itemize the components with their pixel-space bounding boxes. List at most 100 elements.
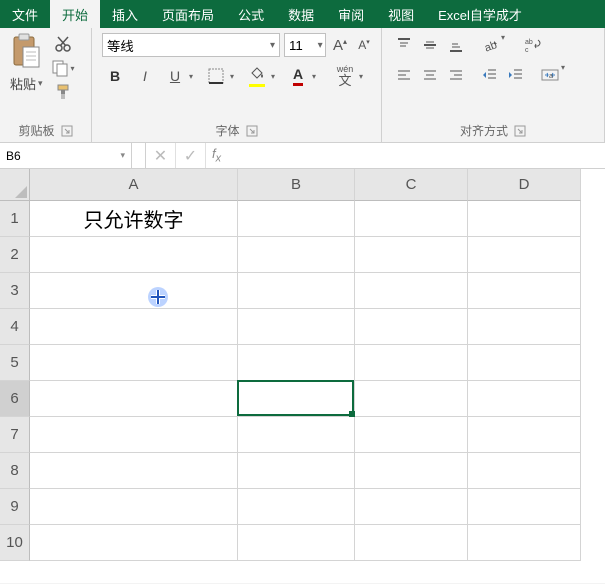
tab-custom[interactable]: Excel自学成才 <box>426 0 534 28</box>
cell-B7[interactable] <box>238 417 355 453</box>
italic-button[interactable]: I <box>132 63 158 89</box>
align-top-button[interactable] <box>392 33 416 57</box>
wrap-text-button[interactable]: abc <box>521 33 545 57</box>
cell-B6[interactable] <box>238 381 355 417</box>
row-header-6[interactable]: 6 <box>0 381 30 417</box>
cell-A7[interactable] <box>30 417 238 453</box>
row-header-7[interactable]: 7 <box>0 417 30 453</box>
cell-D8[interactable] <box>468 453 581 489</box>
tab-review[interactable]: 审阅 <box>326 0 376 28</box>
caret-down-icon[interactable]: ▾ <box>189 72 199 81</box>
cell-B4[interactable] <box>238 309 355 345</box>
font-name-combo[interactable]: ▾ <box>102 33 280 57</box>
cell-D7[interactable] <box>468 417 581 453</box>
formula-input[interactable] <box>227 143 605 168</box>
column-header-B[interactable]: B <box>238 169 355 201</box>
underline-button[interactable]: U <box>162 63 188 89</box>
decrease-indent-button[interactable] <box>478 63 502 87</box>
font-name-input[interactable] <box>103 34 266 56</box>
merge-center-button[interactable]: a <box>538 63 562 87</box>
align-center-button[interactable] <box>418 63 442 87</box>
fill-color-button[interactable] <box>244 63 270 89</box>
align-launcher[interactable] <box>514 125 526 137</box>
tab-insert[interactable]: 插入 <box>100 0 150 28</box>
cell-A9[interactable] <box>30 489 238 525</box>
row-header-3[interactable]: 3 <box>0 273 30 309</box>
cell-C5[interactable] <box>355 345 468 381</box>
tab-file[interactable]: 文件 <box>0 0 50 28</box>
cell-B2[interactable] <box>238 237 355 273</box>
orientation-button[interactable]: ab <box>478 33 502 57</box>
caret-down-icon[interactable]: ▾ <box>359 72 369 81</box>
cell-A2[interactable] <box>30 237 238 273</box>
caret-down-icon[interactable]: ▾ <box>312 72 322 81</box>
cell-B10[interactable] <box>238 525 355 561</box>
column-header-A[interactable]: A <box>30 169 238 201</box>
cell-C8[interactable] <box>355 453 468 489</box>
row-header-2[interactable]: 2 <box>0 237 30 273</box>
caret-down-icon[interactable]: ▾ <box>561 63 571 87</box>
row-header-8[interactable]: 8 <box>0 453 30 489</box>
row-header-1[interactable]: 1 <box>0 201 30 237</box>
cell-D4[interactable] <box>468 309 581 345</box>
cell-D9[interactable] <box>468 489 581 525</box>
row-header-10[interactable]: 10 <box>0 525 30 561</box>
select-all-corner[interactable] <box>0 169 30 201</box>
font-launcher[interactable] <box>246 125 258 137</box>
cell-A1[interactable]: 只允许数字 <box>30 201 238 237</box>
borders-button[interactable] <box>203 63 229 89</box>
copy-button[interactable]: ▾ <box>51 59 75 77</box>
cell-D6[interactable] <box>468 381 581 417</box>
align-middle-button[interactable] <box>418 33 442 57</box>
cell-C1[interactable] <box>355 201 468 237</box>
cell-B5[interactable] <box>238 345 355 381</box>
cell-C9[interactable] <box>355 489 468 525</box>
font-size-combo[interactable]: ▾ <box>284 33 326 57</box>
tab-view[interactable]: 视图 <box>376 0 426 28</box>
worksheet-grid[interactable]: ABCD 12345678910 只允许数字 <box>0 169 605 583</box>
paste-button[interactable]: 粘贴▾ <box>6 31 47 95</box>
format-painter-button[interactable] <box>51 83 75 101</box>
clipboard-launcher[interactable] <box>61 125 73 137</box>
cell-B8[interactable] <box>238 453 355 489</box>
cell-B9[interactable] <box>238 489 355 525</box>
cancel-formula-button[interactable]: ✕ <box>146 143 176 168</box>
cell-D3[interactable] <box>468 273 581 309</box>
cell-D2[interactable] <box>468 237 581 273</box>
tab-data[interactable]: 数据 <box>276 0 326 28</box>
row-header-5[interactable]: 5 <box>0 345 30 381</box>
tab-page-layout[interactable]: 页面布局 <box>150 0 226 28</box>
name-box[interactable]: B6 ▾ <box>0 143 132 168</box>
align-right-button[interactable] <box>444 63 468 87</box>
align-left-button[interactable] <box>392 63 416 87</box>
cut-button[interactable] <box>51 35 75 53</box>
cell-A8[interactable] <box>30 453 238 489</box>
cell-C4[interactable] <box>355 309 468 345</box>
cell-A6[interactable] <box>30 381 238 417</box>
cell-D10[interactable] <box>468 525 581 561</box>
caret-down-icon[interactable]: ▾ <box>271 72 281 81</box>
decrease-font-button[interactable]: A▾ <box>354 34 374 56</box>
cell-C6[interactable] <box>355 381 468 417</box>
caret-down-icon[interactable]: ▾ <box>501 33 511 57</box>
increase-indent-button[interactable] <box>504 63 528 87</box>
enter-formula-button[interactable]: ✓ <box>176 143 206 168</box>
column-header-C[interactable]: C <box>355 169 468 201</box>
cell-A3[interactable] <box>30 273 238 309</box>
row-header-4[interactable]: 4 <box>0 309 30 345</box>
column-header-D[interactable]: D <box>468 169 581 201</box>
cell-B3[interactable] <box>238 273 355 309</box>
cell-B1[interactable] <box>238 201 355 237</box>
row-header-9[interactable]: 9 <box>0 489 30 525</box>
cell-A4[interactable] <box>30 309 238 345</box>
bold-button[interactable]: B <box>102 63 128 89</box>
cell-A10[interactable] <box>30 525 238 561</box>
cell-A5[interactable] <box>30 345 238 381</box>
align-bottom-button[interactable] <box>444 33 468 57</box>
font-color-button[interactable]: A <box>285 63 311 89</box>
cell-D1[interactable] <box>468 201 581 237</box>
tab-formulas[interactable]: 公式 <box>226 0 276 28</box>
cell-C10[interactable] <box>355 525 468 561</box>
tab-home[interactable]: 开始 <box>50 0 100 28</box>
font-size-input[interactable] <box>285 34 315 56</box>
